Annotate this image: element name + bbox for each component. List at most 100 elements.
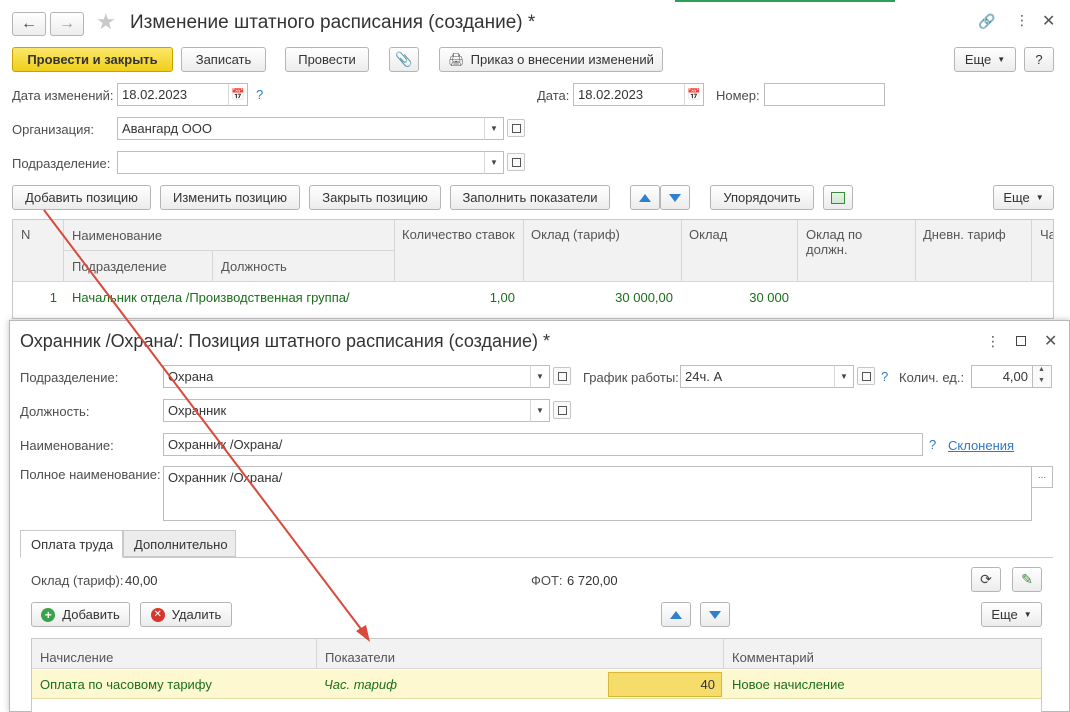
date-field[interactable]: 18.02.2023 <box>573 83 685 106</box>
edit-button[interactable]: ✎ <box>1012 567 1042 592</box>
dialog-name-field[interactable]: Охранник /Охрана/ <box>163 433 923 456</box>
schedule-open-button[interactable] <box>857 367 875 385</box>
declension-link[interactable]: Склонения <box>948 438 1014 453</box>
refresh-icon: ⟳ <box>980 571 992 587</box>
change-date-field[interactable]: 18.02.2023 <box>117 83 229 106</box>
calendar-icon: 📅 <box>231 89 245 101</box>
dialog-position-label: Должность: <box>20 404 90 419</box>
units-field[interactable]: 4,00 <box>971 365 1033 388</box>
dialog-position-open-button[interactable] <box>553 401 571 419</box>
add-position-button[interactable]: Добавить позицию <box>12 185 151 210</box>
help-button[interactable]: ? <box>1024 47 1054 72</box>
dialog-dept-field[interactable]: Охрана <box>163 365 531 388</box>
dialog-dept-open-button[interactable] <box>553 367 571 385</box>
move-down-button[interactable] <box>660 185 690 210</box>
row-accrual: Оплата по часовому тарифу <box>40 677 212 692</box>
dialog-position-dropdown[interactable]: ▼ <box>530 399 550 422</box>
maximize-icon[interactable] <box>1016 336 1026 346</box>
help-icon[interactable]: ? <box>881 369 888 384</box>
more-button[interactable]: Еще ▼ <box>954 47 1016 72</box>
refresh-button[interactable]: ⟳ <box>971 567 1001 592</box>
accruals-grid: Начисление Показатели Комментарий Оплата… <box>31 638 1042 712</box>
dept-open-button[interactable] <box>507 153 525 171</box>
more-vertical-icon[interactable]: ⋮ <box>1015 12 1029 29</box>
delete-accrual-button[interactable]: ✕ Удалить <box>140 602 232 627</box>
grid-move-up-button[interactable] <box>661 602 691 627</box>
table-settings-button[interactable] <box>823 185 853 210</box>
table-row[interactable]: 1 Начальник отдела /Производственная гру… <box>13 283 1053 311</box>
col-cut: Ча <box>1040 227 1053 242</box>
header-divider <box>64 250 394 251</box>
arrow-up-icon <box>639 193 651 202</box>
more-button-label: Еще <box>964 52 992 67</box>
full-name-expand-button[interactable]: ... <box>1031 466 1053 488</box>
arrow-left-icon: ← <box>21 15 37 32</box>
units-label: Колич. ед.: <box>899 370 965 385</box>
number-field[interactable] <box>764 83 885 106</box>
table-more-button[interactable]: Еще ▼ <box>993 185 1054 210</box>
schedule-field[interactable]: 24ч. А <box>680 365 835 388</box>
chevron-up-icon[interactable]: ▲ <box>1038 366 1045 373</box>
back-button[interactable]: ← <box>12 12 46 36</box>
chevron-down-icon[interactable]: ▼ <box>1038 377 1045 384</box>
close-icon[interactable]: ✕ <box>1044 331 1057 351</box>
col-daily: Дневн. тариф <box>923 227 1006 242</box>
schedule-dropdown[interactable]: ▼ <box>834 365 854 388</box>
arrow-down-icon <box>669 193 681 202</box>
units-stepper[interactable]: ▲ ▼ <box>1032 365 1052 388</box>
row-rates: 1,00 <box>489 290 515 305</box>
col-comment: Комментарий <box>732 650 814 665</box>
paperclip-icon: 📎 <box>395 51 413 67</box>
number-label: Номер: <box>716 88 760 103</box>
org-dropdown-button[interactable]: ▼ <box>484 117 504 140</box>
date-label: Дата: <box>537 88 570 103</box>
post-button[interactable]: Провести <box>285 47 369 72</box>
page-title: Изменение штатного расписания (создание)… <box>130 12 536 33</box>
link-icon[interactable]: 🔗 <box>978 13 995 30</box>
schedule-label: График работы: <box>583 370 679 385</box>
row-indicator-value[interactable]: 40 <box>608 672 722 697</box>
close-position-button[interactable]: Закрыть позицию <box>309 185 441 210</box>
dept-field[interactable] <box>117 151 485 174</box>
full-name-label: Полное наименование: <box>20 467 161 482</box>
tab-additional[interactable]: Дополнительно <box>123 530 236 557</box>
table-more-label: Еще <box>1003 190 1030 205</box>
calendar-button[interactable]: 📅 <box>228 83 248 106</box>
top-accent-line <box>675 0 895 2</box>
save-button[interactable]: Записать <box>181 47 266 72</box>
post-and-close-button[interactable]: Провести и закрыть <box>12 47 173 72</box>
add-accrual-button[interactable]: + Добавить <box>31 602 130 627</box>
calendar-button[interactable]: 📅 <box>684 83 704 106</box>
table-row[interactable]: Оплата по часовому тарифу Час. тариф 40 … <box>32 670 1041 699</box>
calendar-icon: 📅 <box>687 89 701 101</box>
full-name-field[interactable]: Охранник /Охрана/ <box>163 466 1032 521</box>
sort-button[interactable]: Упорядочить <box>710 185 814 210</box>
close-icon[interactable]: ✕ <box>1042 11 1055 31</box>
attach-button[interactable]: 📎 <box>389 47 419 72</box>
positions-table: N Наименование Подразделение Должность К… <box>12 219 1054 319</box>
help-icon[interactable]: ? <box>929 437 936 452</box>
tab-payroll[interactable]: Оплата труда <box>20 530 123 558</box>
grid-more-button[interactable]: Еще ▼ <box>981 602 1042 627</box>
org-open-button[interactable] <box>507 119 525 137</box>
order-button-label: Приказ о внесении изменений <box>470 52 654 67</box>
org-field[interactable]: Авангард ООО <box>117 117 485 140</box>
move-up-button[interactable] <box>630 185 660 210</box>
edit-position-button[interactable]: Изменить позицию <box>160 185 300 210</box>
dialog-dept-dropdown[interactable]: ▼ <box>530 365 550 388</box>
dialog-position-field[interactable]: Охранник <box>163 399 531 422</box>
row-comment: Новое начисление <box>732 677 845 692</box>
grid-move-down-button[interactable] <box>700 602 730 627</box>
favorite-star-icon[interactable]: ★ <box>96 9 116 35</box>
delete-circle-icon: ✕ <box>150 607 165 622</box>
grid-more-label: Еще <box>991 607 1018 622</box>
order-button[interactable]: 🖨 Приказ о внесении изменений <box>439 47 663 72</box>
forward-button[interactable]: → <box>50 12 84 36</box>
help-icon[interactable]: ? <box>256 87 263 102</box>
row-salary-tariff: 30 000,00 <box>615 290 673 305</box>
fill-indicators-button[interactable]: Заполнить показатели <box>450 185 610 210</box>
arrow-down-icon <box>709 610 721 619</box>
dept-dropdown-button[interactable]: ▼ <box>484 151 504 174</box>
more-vertical-icon[interactable]: ⋮ <box>986 333 1000 350</box>
add-accrual-label: Добавить <box>62 607 120 622</box>
